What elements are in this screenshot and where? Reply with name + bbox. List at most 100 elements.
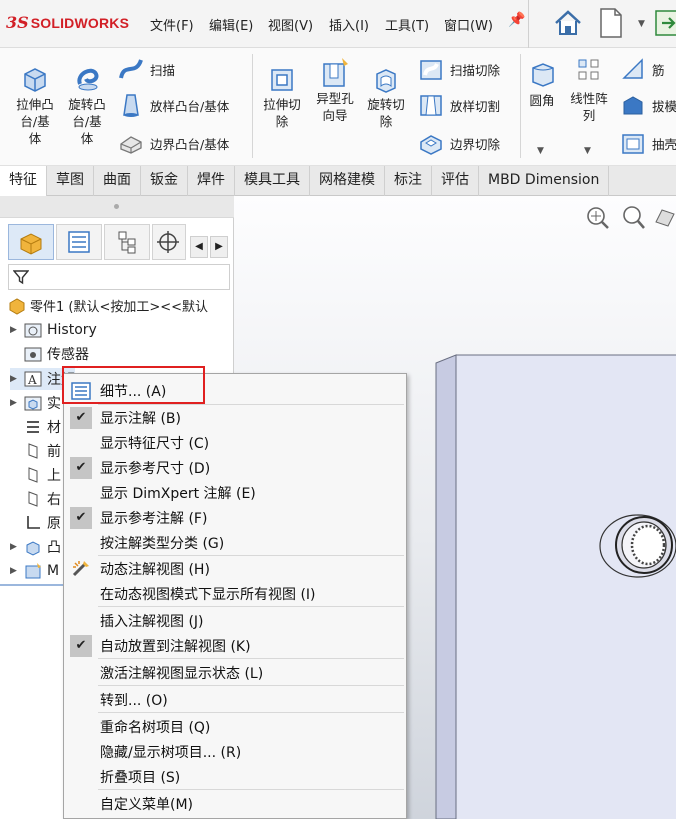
tree-item-m-feature[interactable]: ▶ M [10, 560, 59, 582]
tree-root-label: 零件1 (默认<按加工><<默认 [30, 300, 209, 315]
dimxpert-manager-tab[interactable] [152, 224, 186, 260]
tab-features[interactable]: 特征 [0, 166, 47, 196]
linear-pattern-button[interactable]: 线性阵 列 [566, 56, 612, 124]
draft-button[interactable]: 拔模 [620, 92, 676, 118]
menu-item-customize-menu[interactable]: 自定义菜单(M) [64, 791, 406, 816]
tab-sketch[interactable]: 草图 [47, 166, 94, 196]
expand-arrow-icon[interactable]: ▶ [10, 374, 24, 384]
menu-item-insert-annotation-view[interactable]: 插入注解视图 (J) [64, 608, 406, 633]
tab-mbd-dimension[interactable]: MBD Dimension [479, 166, 610, 196]
rib-icon [622, 58, 643, 79]
zoom-to-fit-icon[interactable] [584, 204, 610, 234]
tree-item-material[interactable]: 材 [10, 416, 61, 438]
menu-item-show-dimxpert-annotations[interactable]: 显示 DimXpert 注解 (E) [64, 480, 406, 505]
tab-markup[interactable]: 标注 [385, 166, 432, 196]
checkmark-icon: ✔ [70, 506, 92, 529]
expand-arrow-icon[interactable]: ▶ [10, 566, 24, 576]
loft-boss-button[interactable]: 放样凸台/基体 [118, 92, 229, 118]
tree-item-label: 实 [47, 396, 61, 412]
menu-item-dynamic-annotation-views[interactable]: 动态注解视图 (H) [64, 556, 406, 581]
sensor-icon [24, 347, 42, 362]
tree-item-boss-extrude[interactable]: ▶ 凸 [10, 536, 61, 558]
property-manager-tab[interactable] [56, 224, 102, 260]
sweep-button[interactable]: 扫描 [118, 56, 175, 82]
tree-item-top-plane[interactable]: 上 [10, 464, 61, 486]
previous-view-icon[interactable] [654, 204, 676, 234]
swept-cut-button[interactable]: 扫描切除 [418, 56, 500, 82]
menu-view[interactable]: 视图(V) [268, 15, 313, 34]
grip-icon[interactable] [114, 204, 119, 209]
menu-edit[interactable]: 编辑(E) [209, 15, 253, 34]
menu-item-label: 显示注解 (B) [100, 410, 181, 427]
lofted-cut-button[interactable]: 放样切割 [418, 92, 500, 118]
menu-item-collapse-items[interactable]: 折叠项目 (S) [64, 764, 406, 789]
rib-button[interactable]: 筋 [620, 56, 665, 82]
scroll-right-button[interactable]: ▶ [210, 236, 228, 258]
home-icon[interactable] [552, 6, 584, 40]
new-document-icon[interactable] [598, 6, 624, 40]
hole-wizard-icon [323, 58, 348, 87]
tree-item-origin[interactable]: 原 [10, 512, 61, 534]
tree-root-part[interactable]: 零件1 (默认<按加工><<默认 [8, 296, 208, 315]
filter-icon [13, 270, 29, 285]
pin-icon[interactable]: 📌 [508, 12, 525, 28]
menu-window[interactable]: 窗口(W) [444, 15, 493, 34]
menu-item-show-reference-annotations[interactable]: ✔ 显示参考注解 (F) [64, 505, 406, 530]
expand-arrow-icon[interactable]: ▶ [10, 398, 24, 408]
tab-evaluate[interactable]: 评估 [432, 166, 479, 196]
chevron-down-icon[interactable]: ▼ [638, 19, 645, 29]
tree-item-solid-bodies[interactable]: ▶ 实 [10, 392, 61, 414]
menu-item-go-to[interactable]: 转到... (O) [64, 687, 406, 712]
configuration-manager-tab[interactable] [104, 224, 150, 260]
zoom-to-area-icon[interactable] [620, 204, 646, 234]
tab-sheet-metal[interactable]: 钣金 [141, 166, 188, 196]
menu-item-hide-show-tree-items[interactable]: 隐藏/显示树项目... (R) [64, 739, 406, 764]
feature-manager-tab[interactable] [8, 224, 54, 260]
tree-filter-field[interactable] [8, 264, 230, 290]
revolve-cut-button[interactable]: 旋转切 除 [362, 62, 410, 130]
menu-separator [98, 658, 404, 659]
command-manager-ribbon: 拉伸凸 台/基 体 旋转凸 台/基 体 扫描 放样凸台/基体 边界凸台/基体 拉… [0, 48, 676, 166]
expand-arrow-icon[interactable]: ▶ [10, 325, 24, 335]
menu-item-auto-place-into-annotation-view[interactable]: ✔ 自动放置到注解视图 (K) [64, 633, 406, 658]
menu-item-show-reference-dimensions[interactable]: ✔ 显示参考尺寸 (D) [64, 455, 406, 480]
menu-insert[interactable]: 插入(I) [329, 15, 369, 34]
revolve-boss-button[interactable]: 旋转凸 台/基 体 [64, 62, 110, 147]
tree-item-right-plane[interactable]: 右 [10, 488, 61, 510]
menu-item-rename-tree-item[interactable]: 重命名树项目 (Q) [64, 714, 406, 739]
tab-surfaces[interactable]: 曲面 [94, 166, 141, 196]
tree-item-sensors[interactable]: 传感器 [10, 343, 89, 365]
command-tabs: 特征 草图 曲面 钣金 焊件 模具工具 网格建模 标注 评估 MBD Dimen… [0, 166, 676, 196]
menu-tools[interactable]: 工具(T) [385, 15, 429, 34]
expand-arrow-icon[interactable]: ▶ [10, 542, 24, 552]
fillet-icon [532, 63, 554, 87]
tab-mesh-modeling[interactable]: 网格建模 [310, 166, 385, 196]
hole-wizard-button[interactable]: 异型孔 向导 [310, 56, 360, 124]
menu-item-activate-view-display-state[interactable]: 激活注解视图显示状态 (L) [64, 660, 406, 685]
extrude-boss-button[interactable]: 拉伸凸 台/基 体 [12, 62, 58, 147]
menu-item-show-all-views-in-dynamic-mode[interactable]: 在动态视图模式下显示所有视图 (I) [64, 581, 406, 606]
tree-item-history[interactable]: ▶ History [10, 319, 97, 341]
scroll-left-button[interactable]: ◀ [190, 236, 208, 258]
menu-item-show-feature-dimensions[interactable]: 显示特征尺寸 (C) [64, 430, 406, 455]
boundary-cut-icon [420, 135, 442, 155]
chevron-down-icon[interactable]: ▼ [584, 146, 591, 156]
configuration-icon [118, 231, 136, 254]
menu-item-label: 激活注解视图显示状态 (L) [100, 665, 264, 682]
tree-item-front-plane[interactable]: 前 [10, 440, 61, 462]
shell-button[interactable]: 抽壳 [620, 130, 676, 156]
part-model-plate[interactable] [434, 351, 676, 819]
tab-mold-tools[interactable]: 模具工具 [235, 166, 310, 196]
menu-file[interactable]: 文件(F) [150, 15, 194, 34]
menu-item-show-annotations[interactable]: ✔ 显示注解 (B) [64, 405, 406, 430]
menu-item-sort-by-type[interactable]: 按注解类型分类 (G) [64, 530, 406, 555]
material-icon [27, 421, 39, 433]
boundary-cut-button[interactable]: 边界切除 [418, 130, 500, 156]
extrude-cut-button[interactable]: 拉伸切 除 [258, 62, 306, 130]
chevron-down-icon[interactable]: ▼ [537, 146, 544, 156]
fillet-button[interactable]: 圆角 [524, 58, 560, 109]
boundary-boss-button[interactable]: 边界凸台/基体 [118, 130, 229, 156]
boss-extrude-icon [26, 541, 40, 556]
tab-weldments[interactable]: 焊件 [188, 166, 235, 196]
open-icon[interactable] [654, 6, 676, 40]
